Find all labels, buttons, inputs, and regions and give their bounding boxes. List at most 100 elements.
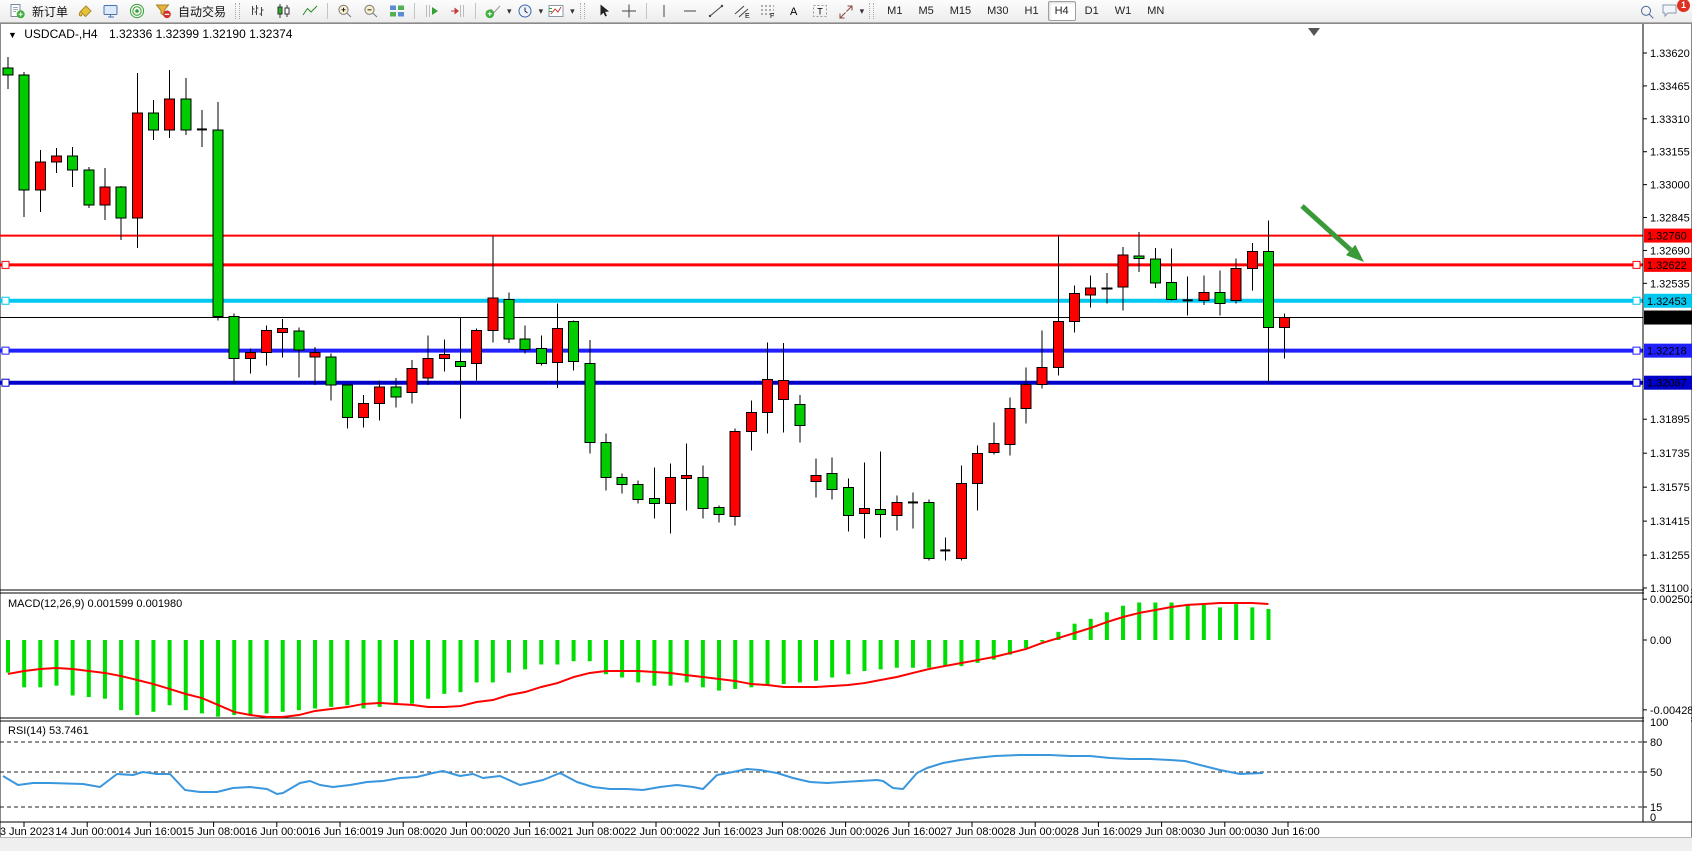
bar-chart-button[interactable] [246, 1, 270, 21]
timeframe-m5-button[interactable]: M5 [911, 1, 940, 21]
timeframe-m15-button[interactable]: M15 [943, 1, 978, 21]
timeframe-w1-button[interactable]: W1 [1108, 1, 1139, 21]
price-line-label: 1.32218 [1647, 346, 1687, 358]
timeframe-h4-button[interactable]: H4 [1048, 1, 1076, 21]
candle-bullish [472, 330, 482, 363]
templates-dropdown-icon[interactable]: ▾ [570, 6, 575, 17]
text-label-icon: T [811, 3, 829, 19]
new-order-button[interactable] [5, 1, 29, 21]
toolbar-grip [235, 3, 240, 19]
macd-histogram-bar [362, 640, 366, 709]
styler-button[interactable] [73, 1, 97, 21]
candle-bearish [326, 357, 336, 385]
tile-windows-button[interactable] [385, 1, 409, 21]
text-label-button[interactable]: T [808, 1, 832, 21]
periods-button[interactable] [513, 1, 537, 21]
macd-histogram-bar [943, 640, 947, 666]
candle-bearish [585, 363, 595, 442]
search-button[interactable] [1635, 2, 1659, 22]
zoom-out-button[interactable] [359, 1, 383, 21]
svg-text:A: A [790, 6, 798, 18]
fibonacci-button[interactable]: F [756, 1, 780, 21]
svg-text:E: E [745, 13, 750, 19]
indicators-button[interactable] [481, 1, 505, 21]
auto-trading-label[interactable]: 自动交易 [178, 3, 226, 20]
macd-histogram-bar [1186, 604, 1190, 640]
macd-histogram-bar [798, 640, 802, 682]
timeframe-h1-button[interactable]: H1 [1018, 1, 1046, 21]
chart-shift-button[interactable] [420, 1, 444, 21]
candle-bearish [504, 299, 514, 339]
candle-bearish [827, 473, 837, 489]
macd-axis-value: -0.004283 [1650, 705, 1692, 717]
zoom-in-button[interactable] [333, 1, 357, 21]
notifications-button[interactable]: 1 [1661, 2, 1685, 22]
arrows-dropdown-icon[interactable]: ▾ [860, 6, 865, 17]
price-line-label: 1.32453 [1647, 296, 1687, 308]
candle-bearish [1167, 282, 1177, 299]
candle-bearish [148, 113, 158, 130]
chart-canvas[interactable]: 1.336201.334651.333101.331551.330001.328… [0, 0, 1692, 846]
fibonacci-icon: F [759, 3, 777, 19]
trendline-button[interactable] [704, 1, 728, 21]
macd-histogram-bar [588, 640, 592, 661]
equidistant-channel-button[interactable]: E [730, 1, 754, 21]
macd-histogram-bar [1218, 607, 1222, 640]
chart-title[interactable]: ▼ USDCAD-,H4 1.32336 1.32399 1.32190 1.3… [8, 27, 292, 41]
auto-scroll-button[interactable] [446, 1, 470, 21]
timeframe-mn-button[interactable]: MN [1140, 1, 1171, 21]
cursor-button[interactable] [591, 1, 615, 21]
candle-bullish [989, 443, 999, 452]
candle-bearish [229, 316, 239, 358]
hline-handle [2, 297, 9, 304]
timeframe-d1-button[interactable]: D1 [1078, 1, 1106, 21]
candle-bullish [1199, 292, 1209, 300]
price-axis-value: 1.33620 [1650, 48, 1690, 60]
chart-title-expander-icon[interactable]: ▼ [8, 30, 17, 40]
arrows-button[interactable] [834, 1, 858, 21]
macd-histogram-bar [232, 640, 236, 715]
candle-bullish [892, 502, 902, 515]
macd-histogram-bar [22, 640, 26, 687]
timeframe-m30-button[interactable]: M30 [980, 1, 1015, 21]
candle-bearish [213, 130, 223, 316]
macd-histogram-bar [491, 640, 495, 682]
candle-bullish [730, 431, 740, 516]
candlestick-chart-button[interactable] [272, 1, 296, 21]
candle-bullish [746, 412, 756, 431]
chart-window-button[interactable] [99, 1, 123, 21]
indicators-dropdown-icon[interactable]: ▾ [507, 6, 512, 17]
candle-bullish [956, 483, 966, 558]
channel-icon: E [733, 3, 751, 19]
templates-button[interactable] [544, 1, 568, 21]
macd-histogram-bar [297, 640, 301, 710]
periods-dropdown-icon[interactable]: ▾ [539, 6, 544, 17]
auto-trading-button[interactable] [151, 1, 175, 21]
price-axis-value: 1.31735 [1650, 448, 1690, 460]
hline-handle [2, 379, 9, 386]
candle-bearish [294, 331, 304, 350]
hline-handle [2, 347, 9, 354]
line-chart-button[interactable] [298, 1, 322, 21]
price-axis-value: 1.31895 [1650, 414, 1690, 426]
candle-bearish [181, 99, 191, 130]
macd-histogram-bar [1105, 612, 1109, 640]
candle-bullish [682, 475, 692, 478]
candle-bearish [649, 498, 659, 503]
bar-chart-icon [249, 3, 267, 19]
vertical-line-button[interactable] [652, 1, 676, 21]
macd-histogram-bar [911, 640, 915, 668]
macd-histogram-bar [6, 640, 10, 673]
candle-bearish [633, 484, 643, 499]
horizontal-line-button[interactable] [678, 1, 702, 21]
macd-histogram-bar [265, 640, 269, 713]
macd-histogram-bar [103, 640, 107, 699]
timeframe-m1-button[interactable]: M1 [880, 1, 909, 21]
text-button[interactable]: A [782, 1, 806, 21]
macd-histogram-bar [879, 640, 883, 669]
new-order-label[interactable]: 新订单 [32, 3, 68, 20]
candle-bearish [68, 156, 78, 170]
signals-button[interactable] [125, 1, 149, 21]
crosshair-button[interactable] [617, 1, 641, 21]
macd-histogram-bar [135, 640, 139, 715]
